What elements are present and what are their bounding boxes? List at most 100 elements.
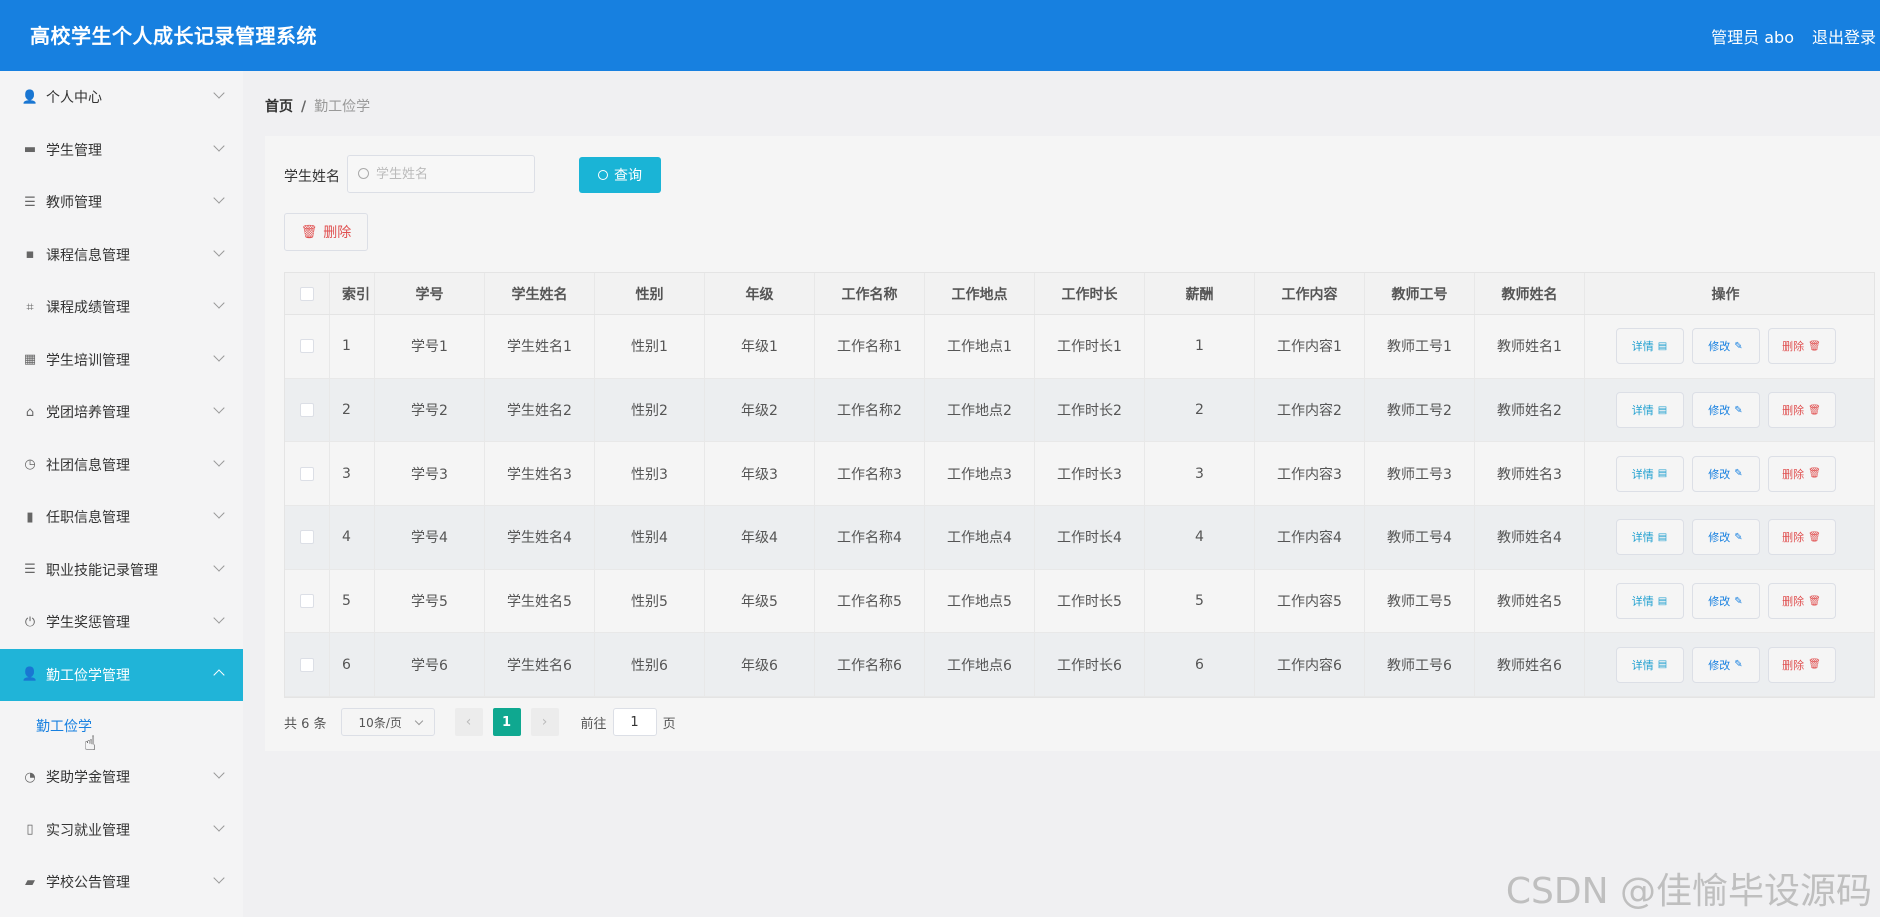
detail-button[interactable]: 详情 ▤ (1615, 455, 1684, 492)
breadcrumb-home[interactable]: 首页 (265, 99, 293, 115)
column-header: 工作内容 (1255, 273, 1365, 314)
document-icon: ▤ (1657, 404, 1668, 416)
row-checkbox[interactable] (300, 594, 314, 609)
detail-button[interactable]: 详情 ▤ (1615, 392, 1684, 429)
edit-button[interactable]: 修改 ✎ (1691, 392, 1760, 429)
delete-button[interactable]: 删除 🗑 (1767, 583, 1836, 620)
table-cell: 工作内容5 (1255, 569, 1365, 633)
sidebar-item-3[interactable]: ▪ 课程信息管理 (0, 229, 243, 282)
table-cell: 教师工号1 (1365, 315, 1475, 378)
table-cell: 学生姓名2 (485, 378, 595, 442)
edit-button-label: 修改 (1708, 404, 1731, 418)
table-cell: 工作名称6 (815, 633, 925, 697)
query-button[interactable]: 查询 (579, 157, 661, 193)
sidebar-item-8[interactable]: ▮ 任职信息管理 (0, 491, 243, 544)
table-header: 索引 学号 学生姓名 性别 年级 工作名称 工作地点 工作时长 薪酬 工作内容 教师工号 教师姓名 操作 (285, 273, 1874, 315)
delete-button[interactable]: 删除 🗑 (1767, 455, 1836, 492)
table-cell: 工作内容3 (1255, 442, 1365, 506)
sidebar-item-label: 职业技能记录管理 (46, 562, 158, 579)
user-icon: 👤 (21, 89, 39, 105)
admin-user-label[interactable]: 管理员 abo (1711, 24, 1794, 48)
batch-delete-button[interactable]: 🗑 删除 (284, 213, 368, 251)
table-cell: 2 (330, 378, 375, 442)
prev-page-button[interactable]: ‹ (454, 708, 483, 736)
table-cell: 6 (330, 633, 375, 697)
logout-link[interactable]: 退出登录 (1812, 24, 1876, 48)
document-icon: ▤ (1657, 659, 1668, 671)
sidebar-item-5[interactable]: ▦ 学生培训管理 (0, 334, 243, 387)
row-checkbox[interactable] (300, 657, 314, 672)
chevron-down-icon (213, 819, 225, 832)
row-checkbox[interactable] (300, 339, 314, 354)
delete-button-label: 删除 (1782, 595, 1805, 609)
table-row: 4 学号4 学生姓名4 性别4 年级4 工作名称4 工作地点4 工作时长4 4 工作内容4 教师工号… (285, 506, 1874, 570)
detail-button[interactable]: 详情 ▤ (1615, 519, 1684, 556)
delete-button[interactable]: 删除 🗑 (1767, 646, 1836, 683)
delete-button[interactable]: 删除 🗑 (1767, 328, 1836, 365)
table-cell: 年级4 (705, 506, 815, 569)
next-page-button[interactable]: › (530, 708, 559, 736)
chevron-down-icon (213, 507, 225, 519)
search-icon (598, 170, 608, 180)
chevron-down-icon (213, 244, 225, 257)
detail-button[interactable]: 详情 ▤ (1615, 583, 1684, 620)
edit-button[interactable]: 修改 ✎ (1691, 646, 1760, 683)
trash-icon: 🗑 (300, 224, 318, 240)
sidebar-item-6[interactable]: ⌂ 党团培养管理 (0, 386, 243, 439)
sidebar-item-9[interactable]: ☰ 职业技能记录管理 (0, 544, 243, 597)
detail-button[interactable]: 详情 ▤ (1615, 646, 1684, 683)
table-cell: 工作内容1 (1255, 315, 1365, 378)
batch-delete-label: 删除 (323, 225, 352, 241)
table-cell: 性别4 (595, 506, 705, 569)
content-panel: 学生姓名 查询 🗑 删除 索引学号学生姓名性别年级工作名称工作地点工作时长薪酬工… (265, 136, 1880, 751)
sidebar-item-label: 奖助学金管理 (46, 770, 130, 787)
sidebar-item-7[interactable]: ◷ 社团信息管理 (0, 439, 243, 492)
row-checkbox[interactable] (300, 403, 314, 418)
goto-page-input[interactable]: 1 (612, 708, 657, 736)
table-cell: 教师姓名4 (1475, 506, 1585, 569)
sidebar-item-12[interactable]: ◔ 奖助学金管理 (0, 751, 243, 804)
sidebar-item-label: 党团培养管理 (46, 405, 130, 422)
page-size-select[interactable]: 10条/页 (340, 708, 435, 736)
edit-button[interactable]: 修改 ✎ (1691, 328, 1760, 365)
bar-chart-icon: ▮ (26, 509, 34, 525)
table-cell: 5 (330, 569, 375, 633)
submenu-item-work-study[interactable]: 勤工俭学 (0, 701, 243, 751)
clock-icon: ◷ (24, 457, 36, 473)
sidebar-item-4[interactable]: ⌗ 课程成绩管理 (0, 281, 243, 334)
edit-button[interactable]: 修改 ✎ (1691, 455, 1760, 492)
crop-icon: ⌗ (26, 299, 34, 315)
sidebar-item-13[interactable]: ▯ 实习就业管理 (0, 804, 243, 857)
sidebar-item-0[interactable]: 👤 个人中心 (0, 71, 243, 124)
row-actions: 详情 ▤ 修改 ✎ 删除 🗑 (1585, 442, 1866, 505)
row-actions: 详情 ▤ 修改 ✎ 删除 🗑 (1585, 379, 1866, 442)
chevron-down-icon (213, 87, 225, 99)
sidebar-item-10[interactable]: ⏻ 学生奖惩管理 (0, 596, 243, 649)
breadcrumb-current: 勤工俭学 (314, 99, 371, 115)
sidebar-item-1[interactable]: ▬ 学生管理 (0, 124, 243, 177)
table-cell: 5 (1145, 569, 1255, 633)
pencil-icon: ✎ (1734, 595, 1743, 607)
table-row: 6 学号6 学生姓名6 性别6 年级6 工作名称6 工作地点6 工作时长6 6 工作内容6 教师工号… (285, 633, 1874, 698)
edit-button[interactable]: 修改 ✎ (1691, 519, 1760, 556)
delete-button[interactable]: 删除 🗑 (1767, 392, 1836, 429)
sidebar-item-2[interactable]: ☰ 教师管理 (0, 176, 243, 229)
row-checkbox[interactable] (300, 466, 314, 481)
page-number-button[interactable]: 1 (492, 708, 521, 736)
delete-button[interactable]: 删除 🗑 (1767, 519, 1836, 556)
table-row: 1 学号1 学生姓名1 性别1 年级1 工作名称1 工作地点1 工作时长1 1 工作内容1 教师工号… (285, 315, 1874, 379)
table-cell: 教师姓名5 (1475, 569, 1585, 633)
sidebar-item-14[interactable]: ▰ 学校公告管理 (0, 856, 243, 909)
watermark: CSDN @佳愉毕设源码 (1505, 871, 1872, 912)
search-input-wrapper[interactable] (347, 155, 535, 193)
sidebar-item-11[interactable]: 👤 勤工俭学管理 (0, 648, 243, 701)
table-cell: 工作时长2 (1035, 378, 1145, 442)
search-label: 学生姓名 (284, 169, 340, 185)
column-header: 学生姓名 (485, 273, 595, 314)
chat-icon: ▪ (25, 247, 35, 263)
search-input[interactable] (376, 156, 526, 192)
detail-button[interactable]: 详情 ▤ (1615, 328, 1684, 365)
edit-button[interactable]: 修改 ✎ (1691, 583, 1760, 620)
select-all-checkbox[interactable] (300, 286, 314, 301)
row-checkbox[interactable] (300, 530, 314, 545)
